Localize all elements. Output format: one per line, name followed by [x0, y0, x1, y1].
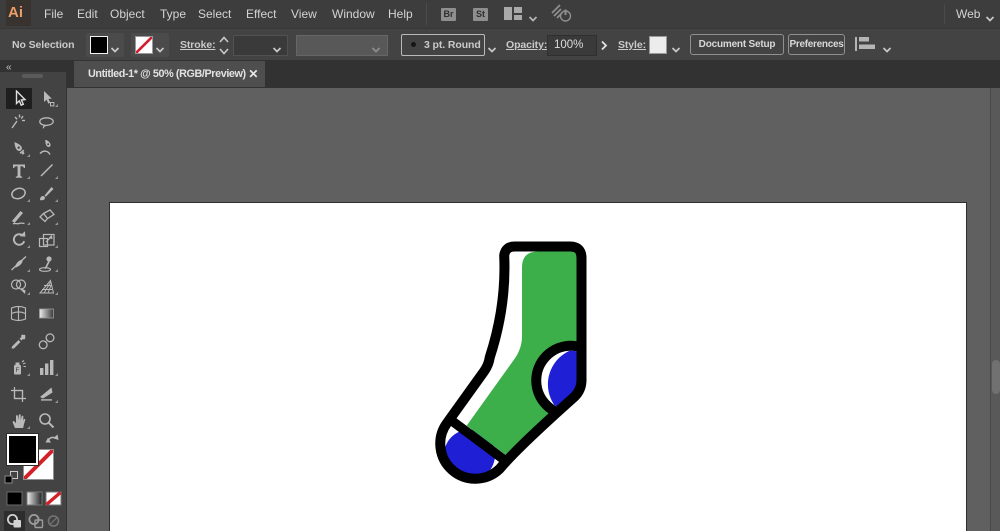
svg-text:F: F [16, 367, 20, 374]
